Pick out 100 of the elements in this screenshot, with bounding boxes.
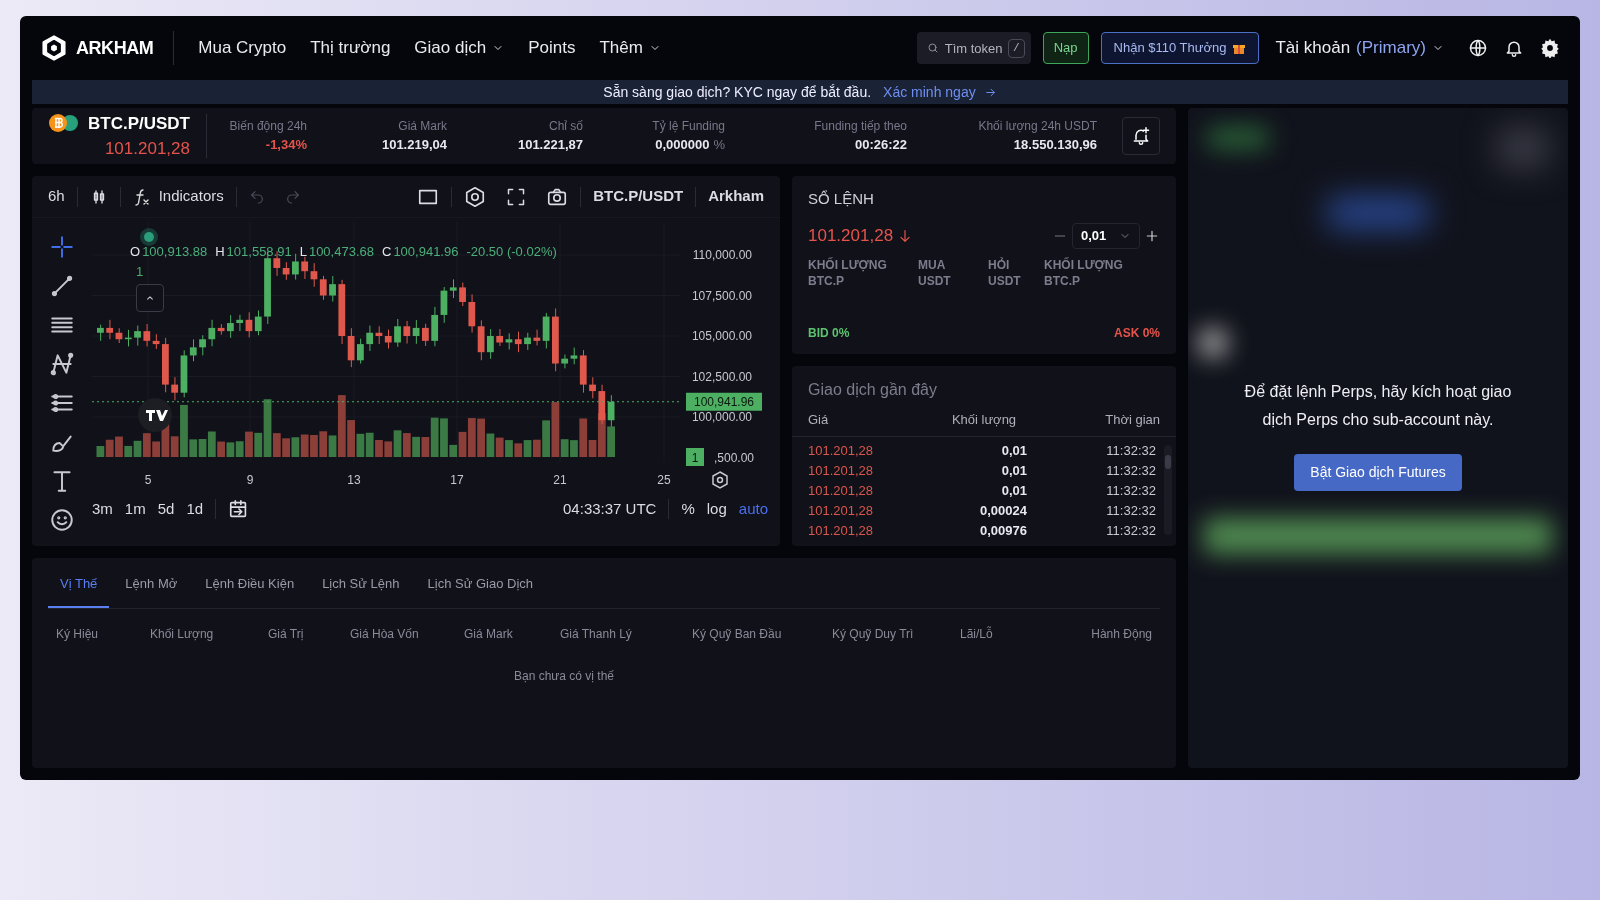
price-axis-label: 110,000.00 — [692, 248, 752, 262]
trend-line-icon[interactable] — [49, 273, 75, 299]
blurred-tab-shape — [1208, 128, 1268, 148]
function-icon — [132, 187, 151, 206]
scrollbar-thumb[interactable] — [1165, 454, 1171, 469]
column-header: Thời gian — [1104, 411, 1160, 429]
settings-icon[interactable] — [464, 185, 487, 208]
nav-menu-item[interactable]: Thêm — [599, 35, 661, 61]
chart-symbol: BTC.P/USDT — [593, 186, 684, 207]
account-menu[interactable]: Tài khoản (Primary) — [1275, 35, 1444, 61]
column-header: Hành Động — [1090, 625, 1152, 643]
column-header: BTC.P — [808, 272, 845, 289]
trade-price: 101.201,28 — [808, 461, 875, 480]
range-button[interactable]: 5d — [157, 497, 175, 521]
coin-pair-icon — [48, 113, 80, 134]
chart-source: Arkham — [708, 186, 764, 207]
column-header: Khối Lượng — [150, 625, 215, 643]
trade-time: 11:32:32 — [1105, 461, 1156, 480]
nav-menu-item[interactable]: Points — [528, 35, 576, 61]
price-axis-label: 105,000.00 — [691, 329, 752, 343]
fullscreen-icon[interactable] — [506, 186, 527, 207]
column-header: MUA — [918, 256, 947, 273]
last-price-badge: 100,941.96 — [686, 392, 762, 411]
arkham-logo-icon — [40, 34, 68, 62]
candle — [422, 323, 429, 347]
step-select[interactable]: 0,01 — [1072, 222, 1140, 249]
indicators-button[interactable]: Indicators — [132, 185, 224, 208]
volume-bar — [133, 440, 142, 457]
time-axis-label: 25 — [657, 473, 671, 487]
chart-clock: 04:33:37 UTC — [563, 498, 657, 519]
blurred-slider-shape — [1198, 328, 1228, 358]
globe-icon[interactable] — [1468, 38, 1488, 58]
bid-share: BID 0% — [808, 325, 850, 342]
stat-value: 101.219,04 — [381, 136, 447, 155]
trade-time: 11:32:32 — [1105, 481, 1156, 500]
ohlc-value: C 100,941.96 — [382, 243, 459, 261]
trade-price: 101.201,28 — [808, 441, 875, 460]
smiley-icon[interactable] — [49, 507, 75, 533]
positions-tab[interactable]: Vị Thế — [48, 570, 110, 608]
candle — [552, 307, 559, 372]
interval-button[interactable]: 6h — [48, 185, 65, 208]
price-axis-label: 107,500.00 — [691, 288, 752, 303]
nav-menu-item[interactable]: Thị trường — [310, 35, 391, 61]
column-header: HỎI — [988, 256, 1011, 273]
crosshair-icon[interactable] — [49, 234, 75, 260]
range-button[interactable]: 1m — [124, 497, 146, 521]
candle — [459, 282, 466, 307]
settings-icon[interactable] — [1540, 38, 1560, 58]
candle — [589, 376, 596, 399]
trade-size: 0,01 — [1000, 481, 1027, 500]
axis-settings-icon[interactable] — [712, 471, 728, 489]
column-header: KHỐI LƯỢNG — [1044, 256, 1124, 273]
column-header: KHỐI LƯỢNG — [808, 256, 888, 273]
volume-bar — [226, 442, 235, 457]
stat-value: 18.550.130,96 — [1013, 136, 1097, 155]
trade-time: 11:32:32 — [1105, 441, 1156, 460]
positions-tab[interactable]: Lịch Sử Giao Dịch — [415, 570, 546, 608]
deposit-button[interactable]: Nạp — [1042, 32, 1089, 64]
scale-option[interactable]: log — [706, 497, 727, 521]
verify-link[interactable]: Xác minh ngay — [883, 81, 997, 103]
stat-label: Khối lượng 24h USDT — [978, 118, 1097, 136]
positions-tab[interactable]: Lệnh Mở — [113, 570, 190, 608]
positions-tab[interactable]: Lệnh Điều Kiện — [193, 570, 307, 608]
trade-price: 101.201,28 — [808, 521, 875, 540]
column-header: Ký Quỹ Duy Trì — [832, 625, 915, 643]
search-icon — [926, 42, 939, 54]
volume-bar — [514, 443, 523, 457]
trade-price: 101.201,28 — [808, 501, 875, 520]
volume-bar — [291, 437, 300, 457]
volume-bar — [495, 437, 504, 457]
scale-option[interactable]: auto — [738, 497, 768, 521]
chart-logo-icon[interactable] — [138, 398, 172, 432]
scale-option[interactable]: % — [681, 497, 695, 521]
stat-label: Funding tiếp theo — [814, 118, 907, 136]
stat-value: 00:26:22 — [854, 136, 907, 155]
nav-menu-item[interactable]: Giao dịch — [414, 35, 505, 61]
enable-futures-button[interactable]: Bật Giao dịch Futures — [1294, 454, 1462, 491]
ohlc-value: H 101,558.91 — [215, 243, 292, 261]
volume-bar — [319, 431, 328, 457]
volume-bar — [402, 433, 411, 457]
volume-bar — [300, 434, 309, 457]
volume-bar — [523, 440, 532, 457]
pattern-icon[interactable] — [49, 351, 75, 377]
volume-axis-label: ,500.00 — [713, 451, 754, 465]
range-button[interactable]: 1d — [186, 497, 204, 521]
range-button[interactable]: 3m — [92, 497, 113, 521]
candle — [134, 325, 141, 347]
stat-label: Chỉ số — [549, 118, 583, 136]
pair-symbol: BTC.P/USDT — [88, 112, 190, 135]
reward-button[interactable]: Nhận $110 Thưởng — [1100, 32, 1260, 64]
stat-value: -1,34% — [265, 136, 307, 155]
candle — [292, 253, 299, 281]
nav-menu-item[interactable]: Mua Crypto — [198, 35, 287, 61]
ohlc-value: -20.50 (-0.02%) — [466, 243, 557, 261]
time-axis-label: 5 — [144, 473, 152, 487]
add-alert-icon[interactable] — [1122, 117, 1160, 155]
candle — [227, 314, 234, 339]
column-header: USDT — [988, 272, 1022, 289]
positions-tab[interactable]: Lịch Sử Lệnh — [310, 570, 412, 608]
time-axis-label: 13 — [347, 473, 361, 487]
